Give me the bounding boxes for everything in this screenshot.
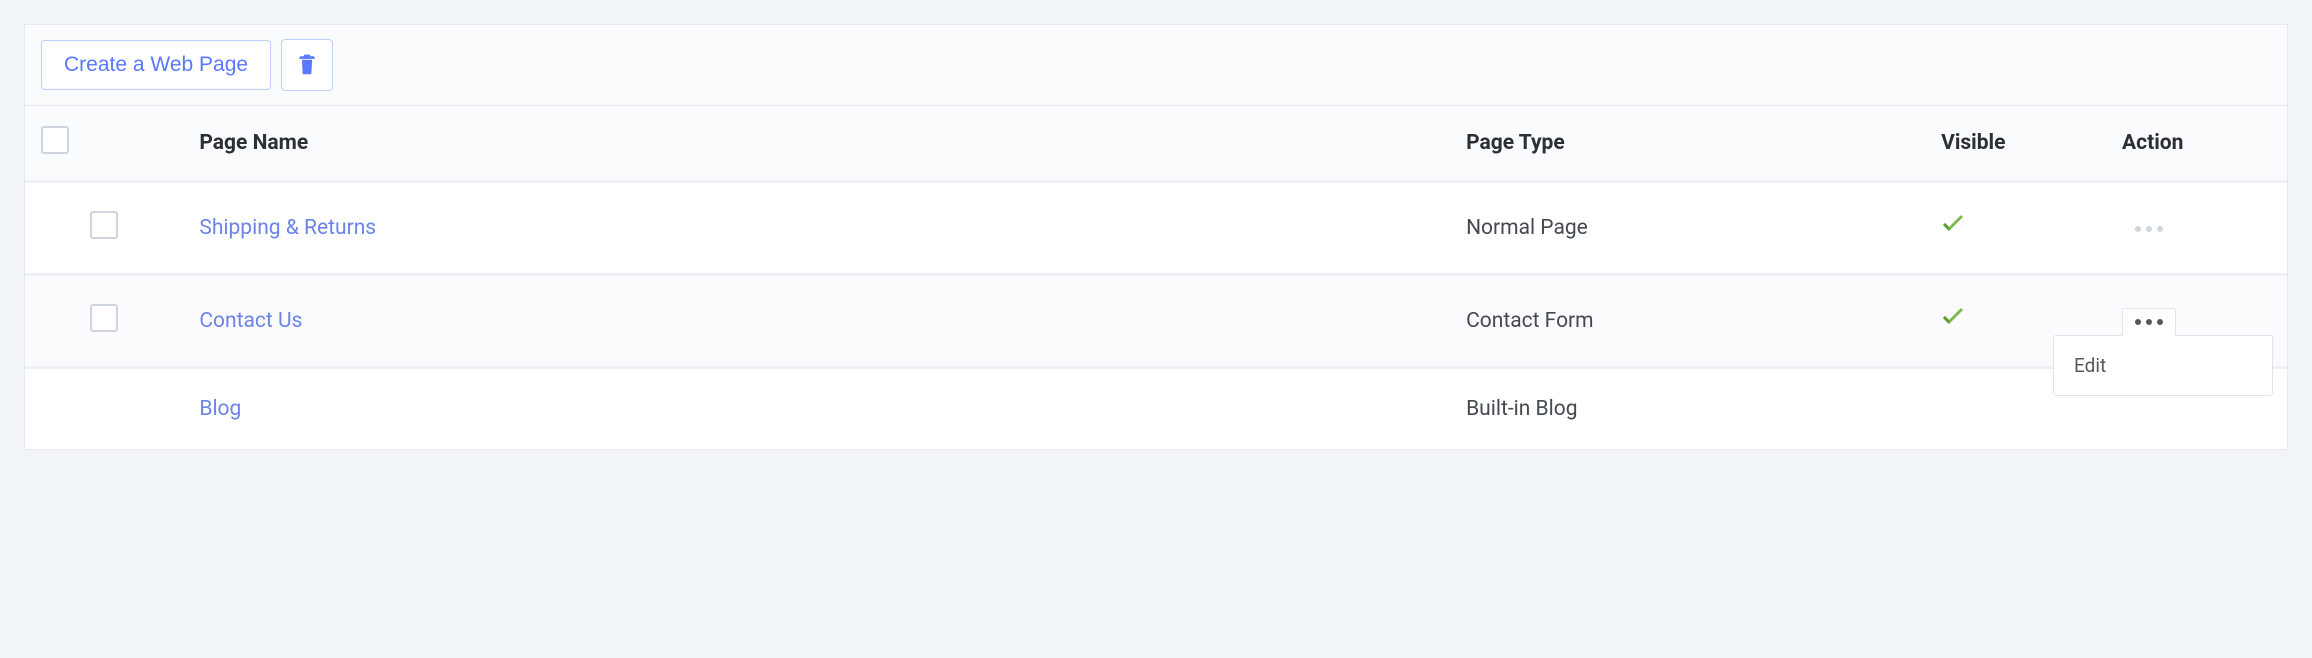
row-actions-menu: Edit: [2053, 335, 2273, 396]
page-type-cell: Normal Page: [1450, 182, 1925, 275]
create-web-page-button[interactable]: Create a Web Page: [41, 40, 271, 90]
visible-check-icon[interactable]: [1941, 310, 1965, 334]
delete-button[interactable]: [281, 39, 333, 91]
row-actions-button[interactable]: [2122, 215, 2176, 243]
ellipsis-icon: [2135, 319, 2141, 325]
header-page-type: Page Type: [1450, 106, 1925, 182]
row-checkbox[interactable]: [90, 304, 118, 332]
page-type-cell: Built-in Blog: [1450, 368, 1925, 450]
page-name-link[interactable]: Blog: [199, 397, 241, 421]
header-page-name: Page Name: [183, 106, 1450, 182]
row-checkbox[interactable]: [90, 211, 118, 239]
table-header-row: Page Name Page Type Visible Action: [25, 106, 2287, 182]
trash-icon: [296, 52, 318, 79]
table-row: Shipping & Returns Normal Page: [25, 182, 2287, 275]
table-row: Contact Us Contact Form: [25, 275, 2287, 368]
header-visible: Visible: [1925, 106, 2106, 182]
visible-check-icon[interactable]: [1941, 217, 1965, 241]
row-actions-button[interactable]: [2122, 308, 2176, 336]
edit-action[interactable]: Edit: [2074, 354, 2252, 377]
header-action: Action: [2106, 106, 2287, 182]
web-pages-panel: Create a Web Page Page Name Page Type Vi…: [24, 24, 2288, 450]
toolbar: Create a Web Page: [25, 25, 2287, 106]
page-type-cell: Contact Form: [1450, 275, 1925, 368]
page-name-link[interactable]: Shipping & Returns: [199, 216, 376, 240]
pages-table: Page Name Page Type Visible Action Shipp…: [25, 106, 2287, 449]
ellipsis-icon: [2135, 226, 2141, 232]
table-row: Blog Built-in Blog: [25, 368, 2287, 450]
select-all-checkbox[interactable]: [41, 126, 69, 154]
header-select-all: [25, 106, 183, 182]
page-name-link[interactable]: Contact Us: [199, 309, 302, 333]
